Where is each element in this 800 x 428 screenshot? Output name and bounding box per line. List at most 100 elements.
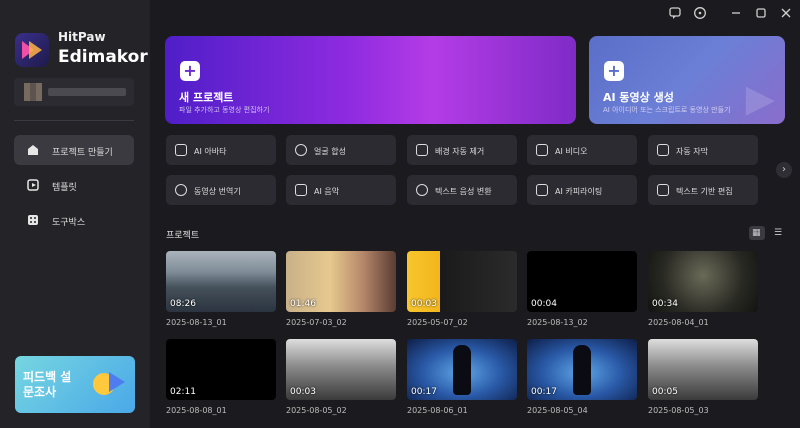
ai-decoration-icon: ▶	[745, 76, 775, 120]
new-project-subtitle: 파일 추가하고 동영상 편집하기	[179, 106, 270, 114]
tool-background-remove[interactable]: 배경 자동 제거	[407, 135, 517, 165]
new-project-card[interactable]: + 새 프로젝트 파일 추가하고 동영상 편집하기	[165, 36, 576, 124]
sidebar-item-templates[interactable]: 템플릿	[14, 170, 134, 200]
toolbox-icon	[28, 215, 38, 225]
translate-icon	[175, 184, 187, 196]
project-thumbnail: 00:03	[286, 339, 396, 400]
ai-video-subtitle: AI 아이디어 또는 스크립트로 동영상 만들기	[603, 106, 731, 114]
account-name-blurred	[48, 88, 126, 96]
tool-ai-copywriting[interactable]: AI 카피라이팅	[527, 175, 637, 205]
tool-label: 자동 자막	[676, 147, 708, 156]
dancer-figure	[573, 345, 591, 395]
ai-video-title: AI 동영상 생성	[603, 91, 674, 104]
avatar	[24, 83, 42, 101]
project-thumbnail: 00:04	[527, 251, 637, 312]
tool-ai-music[interactable]: AI 음악	[286, 175, 396, 205]
chevron-right-icon[interactable]: ›	[776, 162, 792, 178]
home-icon	[28, 145, 38, 155]
tool-ai-avatar[interactable]: AI 아바타	[166, 135, 276, 165]
music-icon	[295, 184, 307, 196]
feedback-survey-banner[interactable]: 피드백 설문조사	[15, 356, 135, 413]
project-duration: 00:05	[652, 387, 678, 397]
new-project-title: 새 프로젝트	[179, 91, 234, 104]
projects-heading: 프로젝트	[166, 231, 200, 241]
project-duration: 00:17	[531, 387, 557, 397]
brand-name-top: HitPaw	[58, 30, 106, 44]
tool-label: 얼굴 합성	[314, 147, 346, 156]
sidebar-item-label: 프로젝트 만들기	[52, 148, 113, 158]
app-logo	[15, 33, 49, 67]
project-name: 2025-08-13_01	[166, 318, 227, 327]
brand-name: Edimakor	[58, 47, 148, 67]
ai-video-icon	[536, 144, 548, 156]
plus-icon: +	[180, 61, 200, 81]
tool-label: 텍스트 기반 편집	[676, 187, 733, 196]
project-duration: 00:03	[411, 299, 437, 309]
maximize-icon[interactable]	[754, 6, 768, 20]
project-duration: 01:46	[290, 299, 316, 309]
tool-label: AI 비디오	[555, 147, 588, 156]
project-duration: 00:04	[531, 299, 557, 309]
feedback-icon[interactable]	[668, 6, 682, 20]
project-name: 2025-08-04_01	[648, 318, 709, 327]
project-thumbnail: 08:26	[166, 251, 276, 312]
subtitle-icon	[657, 144, 669, 156]
project-name: 2025-08-08_01	[166, 406, 227, 415]
grid-view-icon[interactable]: ▦	[749, 226, 765, 240]
project-name: 2025-05-07_02	[407, 318, 468, 327]
project-duration: 00:34	[652, 299, 678, 309]
tool-text-to-speech[interactable]: 텍스트 음성 변환	[407, 175, 517, 205]
project-thumbnail: 01:46	[286, 251, 396, 312]
paper-plane-icon	[109, 372, 125, 392]
tool-label: AI 아바타	[194, 147, 227, 156]
project-thumbnail: 02:11	[166, 339, 276, 400]
tool-text-based-edit[interactable]: 텍스트 기반 편집	[648, 175, 758, 205]
project-thumbnail: 00:34	[648, 251, 758, 312]
project-name: 2025-08-13_02	[527, 318, 588, 327]
avatar-icon	[175, 144, 187, 156]
project-name: 2025-07-03_02	[286, 318, 347, 327]
project-name: 2025-08-06_01	[407, 406, 468, 415]
sidebar-item-label: 템플릿	[52, 183, 77, 193]
sidebar-item-create-project[interactable]: 프로젝트 만들기	[14, 135, 134, 165]
project-duration: 00:17	[411, 387, 437, 397]
tool-video-translator[interactable]: 동영상 번역기	[166, 175, 276, 205]
sidebar-item-toolbox[interactable]: 도구박스	[14, 205, 134, 235]
project-name: 2025-08-05_03	[648, 406, 709, 415]
tool-ai-video[interactable]: AI 비디오	[527, 135, 637, 165]
sidebar: HitPaw Edimakor 프로젝트 만들기 템플릿 도구박스 피드백 설문…	[0, 0, 150, 428]
tool-label: 텍스트 음성 변환	[435, 187, 492, 196]
project-name: 2025-08-05_02	[286, 406, 347, 415]
background-remove-icon	[416, 144, 428, 156]
project-duration: 02:11	[170, 387, 196, 397]
sidebar-divider	[14, 120, 134, 121]
project-thumbnail: 00:05	[648, 339, 758, 400]
tool-label: 동영상 번역기	[194, 187, 241, 196]
plus-icon: +	[604, 61, 624, 81]
tool-label: 배경 자동 제거	[435, 147, 485, 156]
text-to-speech-icon	[416, 184, 428, 196]
ai-video-generate-card[interactable]: + AI 동영상 생성 AI 아이디어 또는 스크립트로 동영상 만들기 ▶	[589, 36, 785, 124]
project-name: 2025-08-05_04	[527, 406, 588, 415]
project-duration: 08:26	[170, 299, 196, 309]
tool-label: AI 음악	[314, 187, 340, 196]
text-edit-icon	[657, 184, 669, 196]
face-swap-icon	[295, 144, 307, 156]
list-view-icon[interactable]: ☰	[771, 226, 787, 240]
template-icon	[27, 179, 39, 191]
promo-text: 피드백 설문조사	[23, 370, 72, 399]
help-icon[interactable]	[693, 6, 707, 20]
minimize-icon[interactable]	[729, 6, 743, 20]
copywriting-icon	[536, 184, 548, 196]
project-thumbnail: 00:03	[407, 251, 517, 312]
tool-face-swap[interactable]: 얼굴 합성	[286, 135, 396, 165]
project-thumbnail: 00:17	[407, 339, 517, 400]
project-thumbnail: 00:17	[527, 339, 637, 400]
tool-auto-subtitle[interactable]: 자동 자막	[648, 135, 758, 165]
account-info[interactable]	[14, 78, 134, 106]
close-icon[interactable]	[779, 6, 793, 20]
project-duration: 00:03	[290, 387, 316, 397]
dancer-figure	[453, 345, 471, 395]
tool-label: AI 카피라이팅	[555, 187, 603, 196]
sidebar-item-label: 도구박스	[52, 218, 86, 228]
